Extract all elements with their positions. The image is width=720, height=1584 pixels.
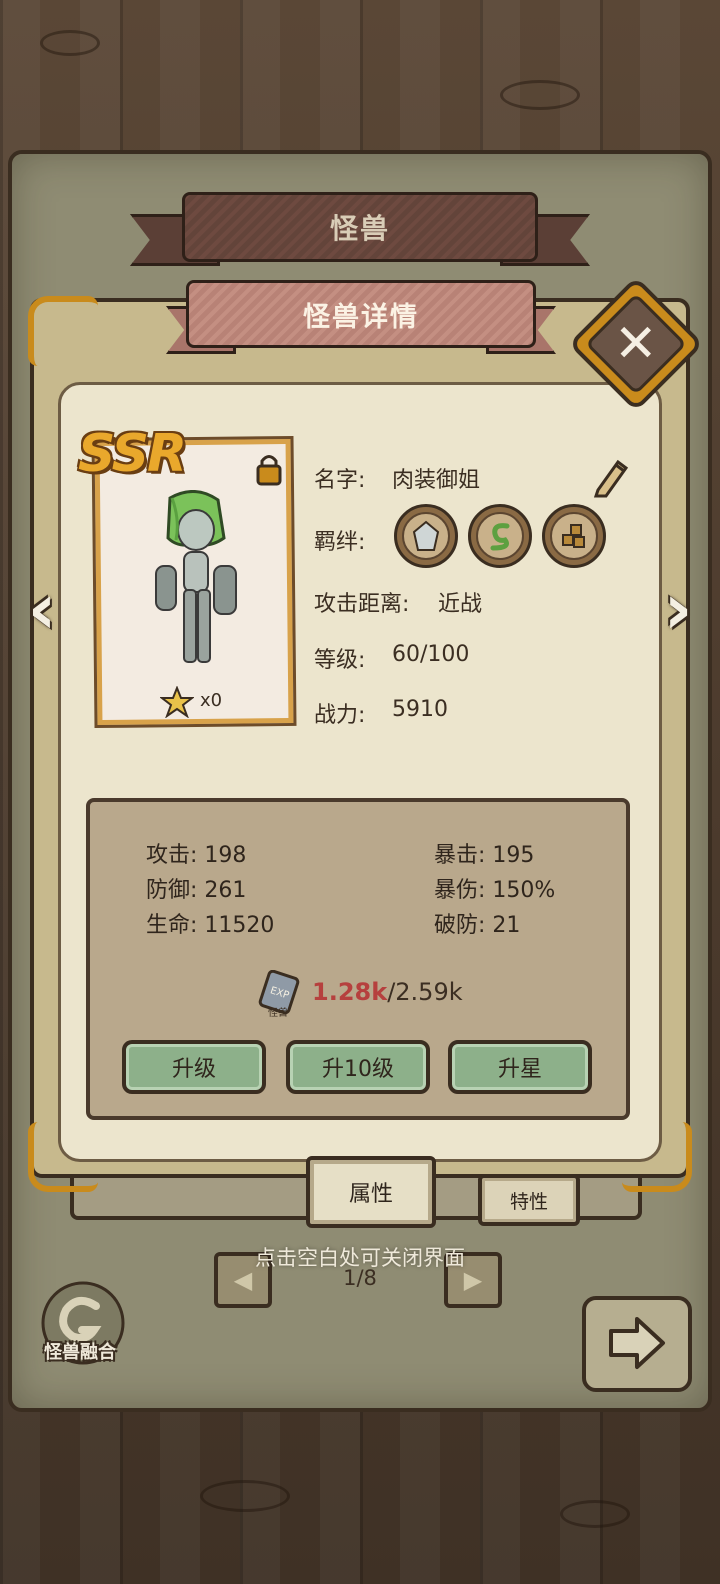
- title-ribbon: 怪兽详情: [166, 280, 556, 360]
- back-title-ribbon: 怪兽: [130, 192, 590, 270]
- frame-corner: [28, 296, 98, 366]
- star-count: x0: [200, 690, 223, 711]
- name-label: 名字:: [314, 468, 366, 493]
- monster-portrait: [155, 490, 237, 663]
- exp-current: 1.28k: [312, 978, 388, 1006]
- bond-snake[interactable]: [468, 504, 532, 568]
- range-label: 攻击距离:: [314, 592, 410, 617]
- exp-icon-label: 怪兽: [268, 1006, 288, 1018]
- edit-name-icon[interactable]: [590, 456, 630, 498]
- close-icon: ✕: [614, 313, 658, 374]
- return-button[interactable]: [582, 1296, 692, 1392]
- bond-cubes[interactable]: [542, 504, 606, 568]
- wood-knot: [40, 30, 100, 56]
- page-title: 怪兽详情: [303, 301, 419, 333]
- rarity-badge: SSR: [78, 424, 187, 484]
- back-title: 怪兽: [329, 212, 390, 245]
- close-hint: 点击空白处可关闭界面: [255, 1246, 465, 1270]
- star-up-button[interactable]: 升星: [448, 1040, 592, 1094]
- stat-hp: 生命: 11520: [146, 913, 275, 938]
- lock-icon[interactable]: [256, 452, 282, 486]
- bond-label: 羁绊:: [314, 530, 366, 555]
- exp-max: /2.59k: [387, 978, 463, 1006]
- level-label: 等级:: [314, 648, 366, 673]
- exp-book-icon: EXP 怪兽: [258, 970, 300, 1018]
- wood-knot: [500, 80, 580, 110]
- name-value: 肉装御姐: [392, 468, 481, 493]
- frame-corner: [622, 1122, 692, 1192]
- power-value: 5910: [392, 697, 448, 722]
- tab-traits[interactable]: 特性: [478, 1174, 580, 1226]
- stat-armor-break: 破防: 21: [434, 913, 521, 938]
- wood-knot: [560, 1500, 630, 1528]
- prev-monster-arrow[interactable]: ‹: [18, 566, 66, 652]
- stat-defense: 防御: 261: [146, 878, 247, 903]
- stat-crit-damage: 暴伤: 150%: [434, 878, 556, 903]
- fusion-label[interactable]: 怪兽融合: [30, 1338, 130, 1364]
- bond-crystal[interactable]: [394, 504, 458, 568]
- level-up-10-button[interactable]: 升10级: [286, 1040, 430, 1094]
- range-value: 近战: [438, 592, 483, 617]
- cubes-icon: [562, 524, 585, 548]
- return-arrow-icon: [609, 1317, 665, 1369]
- frame-corner: [28, 1122, 98, 1192]
- snake-icon: [490, 523, 510, 551]
- power-label: 战力:: [314, 703, 366, 728]
- stat-attack: 攻击: 198: [146, 843, 247, 868]
- crystal-icon: [412, 520, 440, 551]
- next-monster-arrow[interactable]: ›: [654, 566, 702, 652]
- stat-crit: 暴击: 195: [434, 843, 535, 868]
- tab-attributes[interactable]: 属性: [306, 1156, 436, 1228]
- exp-progress: 1.28k/2.59k: [312, 978, 463, 1006]
- star-icon: [160, 686, 194, 718]
- wood-knot: [200, 1480, 290, 1512]
- level-up-button[interactable]: 升级: [122, 1040, 266, 1094]
- level-value: 60/100: [392, 642, 470, 667]
